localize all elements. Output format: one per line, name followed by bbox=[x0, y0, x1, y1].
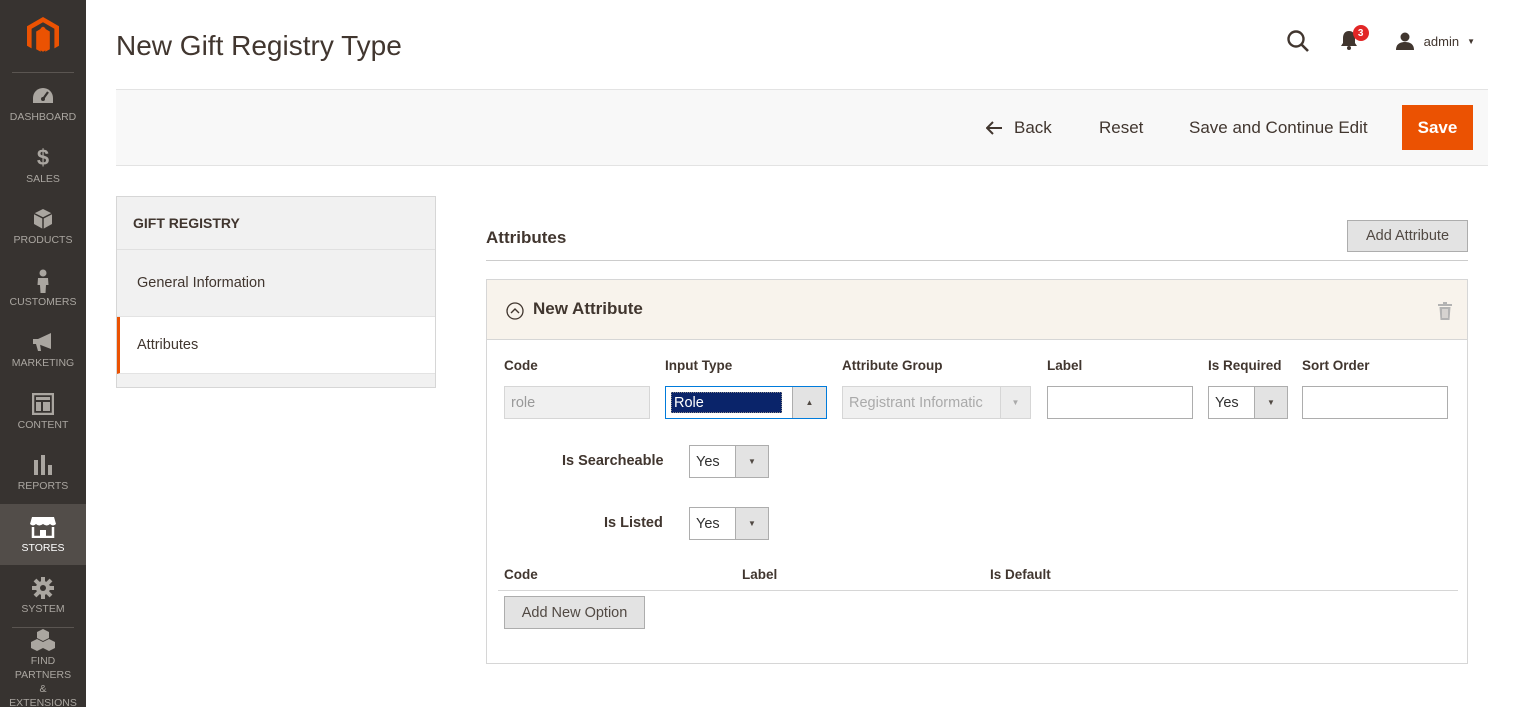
chevron-up-icon: ▲ bbox=[792, 387, 826, 418]
reset-button[interactable]: Reset bbox=[1099, 90, 1143, 165]
notifications-button[interactable]: 3 bbox=[1340, 25, 1369, 52]
nav-label: & EXTENSIONS bbox=[9, 682, 77, 709]
bar-chart-icon bbox=[33, 453, 53, 477]
nav-content[interactable]: CONTENT bbox=[0, 381, 86, 443]
nav-stores[interactable]: STORES bbox=[0, 503, 86, 565]
magento-logo-icon bbox=[27, 17, 59, 52]
page-title: New Gift Registry Type bbox=[116, 30, 402, 61]
tabs-title: GIFT REGISTRY bbox=[117, 197, 435, 250]
section-divider bbox=[486, 260, 1468, 261]
attribute-group-value: Registrant Informatic bbox=[849, 394, 983, 411]
nav-system[interactable]: SYSTEM bbox=[0, 565, 86, 627]
search-icon[interactable] bbox=[1286, 29, 1310, 53]
is-listed-label: Is Listed bbox=[604, 515, 663, 531]
box-icon bbox=[33, 207, 53, 231]
save-button[interactable]: Save bbox=[1402, 105, 1473, 150]
nav-label: SALES bbox=[26, 172, 60, 185]
dollar-icon: $ bbox=[36, 144, 50, 170]
input-type-value: Role bbox=[671, 392, 782, 413]
user-name: admin bbox=[1423, 33, 1460, 49]
page-actions-bar: Back Reset Save and Continue Edit Save bbox=[116, 89, 1488, 166]
nav-products[interactable]: PRODUCTS bbox=[0, 196, 86, 258]
nav-label: MARKETING bbox=[11, 357, 75, 370]
store-icon bbox=[30, 515, 56, 539]
options-header-divider bbox=[498, 590, 1458, 591]
back-label: Back bbox=[1014, 117, 1052, 137]
options-code-header: Code bbox=[504, 567, 538, 582]
chevron-down-icon: ▼ bbox=[1000, 387, 1030, 418]
is-searchable-value: Yes bbox=[696, 453, 720, 470]
layout-icon bbox=[32, 392, 54, 416]
sort-order-label: Sort Order bbox=[1302, 358, 1370, 373]
attribute-group-select[interactable]: Registrant Informatic ▼ bbox=[842, 386, 1031, 419]
attribute-card-title: New Attribute bbox=[533, 299, 643, 318]
options-is-default-header: Is Default bbox=[990, 567, 1051, 582]
is-listed-select[interactable]: Yes ▼ bbox=[689, 507, 769, 540]
nav-label: DASHBOARD bbox=[9, 111, 77, 124]
trash-icon[interactable] bbox=[1438, 302, 1452, 320]
nav-marketing[interactable]: MARKETING bbox=[0, 319, 86, 381]
nav-customers[interactable]: CUSTOMERS bbox=[0, 258, 86, 320]
attributes-section-title: Attributes bbox=[486, 228, 567, 247]
magento-logo[interactable] bbox=[12, 0, 74, 73]
notification-count-badge: 3 bbox=[1352, 25, 1369, 41]
chevron-down-icon: ▼ bbox=[735, 508, 768, 539]
add-attribute-button[interactable]: Add Attribute bbox=[1347, 220, 1468, 252]
save-and-continue-button[interactable]: Save and Continue Edit bbox=[1189, 90, 1368, 165]
nav-label: FIND PARTNERS bbox=[14, 654, 72, 681]
is-required-select[interactable]: Yes ▼ bbox=[1208, 386, 1288, 419]
is-required-value: Yes bbox=[1215, 394, 1239, 411]
megaphone-icon bbox=[31, 330, 55, 354]
person-icon bbox=[36, 269, 50, 293]
is-listed-value: Yes bbox=[696, 515, 720, 532]
is-searchable-label: Is Searcheable bbox=[562, 453, 664, 469]
sort-order-input[interactable] bbox=[1302, 386, 1448, 419]
add-new-option-button[interactable]: Add New Option bbox=[504, 596, 645, 629]
options-label-header: Label bbox=[742, 567, 778, 582]
nav-find-partners[interactable]: FIND PARTNERS & EXTENSIONS bbox=[9, 626, 77, 709]
nav-label: CONTENT bbox=[17, 418, 69, 431]
nav-reports[interactable]: REPORTS bbox=[0, 442, 86, 504]
header-actions: 3 admin ▼ bbox=[1286, 25, 1475, 56]
cubes-icon bbox=[31, 628, 55, 651]
nav-label: PRODUCTS bbox=[13, 234, 73, 247]
dashboard-icon bbox=[31, 84, 55, 108]
back-button[interactable]: Back bbox=[986, 90, 1052, 165]
gear-icon bbox=[32, 576, 54, 600]
collapse-icon[interactable] bbox=[506, 302, 524, 320]
user-icon bbox=[1395, 32, 1414, 50]
tab-general-information[interactable]: General Information bbox=[117, 250, 435, 317]
nav-label: CUSTOMERS bbox=[9, 295, 77, 308]
chevron-down-icon: ▼ bbox=[1254, 387, 1287, 418]
user-menu[interactable]: admin ▼ bbox=[1395, 32, 1475, 50]
gift-registry-tabs: GIFT REGISTRY General Information Attrib… bbox=[116, 196, 436, 388]
attribute-card-header[interactable]: New Attribute bbox=[487, 280, 1467, 340]
admin-sidebar: DASHBOARD $ SALES PRODUCTS CUSTOMERS MAR… bbox=[0, 0, 86, 709]
is-searchable-select[interactable]: Yes ▼ bbox=[689, 445, 769, 478]
input-type-label: Input Type bbox=[665, 358, 733, 373]
nav-label: STORES bbox=[21, 541, 65, 554]
nav-sales[interactable]: $ SALES bbox=[0, 135, 86, 197]
tab-attributes[interactable]: Attributes bbox=[117, 317, 435, 374]
nav-label: SYSTEM bbox=[21, 603, 65, 616]
nav-dashboard[interactable]: DASHBOARD bbox=[0, 73, 86, 135]
arrow-left-icon bbox=[986, 120, 1002, 135]
attribute-group-label: Attribute Group bbox=[842, 358, 943, 373]
chevron-down-icon: ▼ bbox=[735, 446, 768, 477]
new-attribute-card: New Attribute Code Input Type Attribute … bbox=[486, 279, 1468, 664]
label-input[interactable] bbox=[1047, 386, 1193, 419]
code-input[interactable]: role bbox=[504, 386, 650, 419]
code-label: Code bbox=[504, 358, 538, 373]
chevron-down-icon: ▼ bbox=[1467, 36, 1475, 46]
input-type-select[interactable]: Role ▲ bbox=[665, 386, 827, 419]
label-label: Label bbox=[1047, 358, 1083, 373]
nav-label: REPORTS bbox=[17, 480, 69, 493]
is-required-label: Is Required bbox=[1208, 358, 1282, 373]
